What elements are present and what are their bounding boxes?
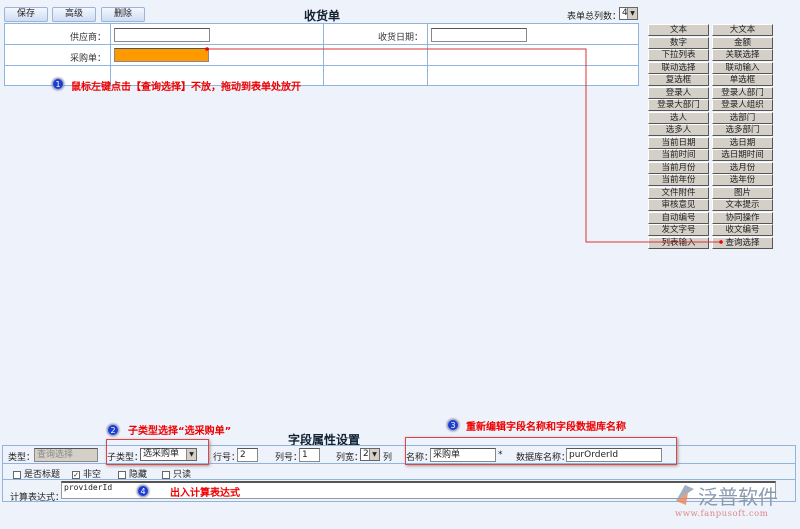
check-icon: ✓ xyxy=(72,470,80,479)
step-3-text: 重新编辑字段名称和字段数据库名称 xyxy=(466,422,626,433)
step-2-badge: 2 xyxy=(107,424,119,436)
logo-name: 泛普软件 xyxy=(698,485,778,509)
step-2-text: 子类型选择“选采购单” xyxy=(128,426,232,437)
step-4-badge: 4 xyxy=(137,485,149,497)
type-label: 类型： xyxy=(8,453,36,463)
step-3-badge: 3 xyxy=(447,419,459,431)
col-label: 列号： xyxy=(275,453,303,463)
row-label: 行号： xyxy=(213,453,241,463)
readonly-checkbox-label: 只读 xyxy=(173,470,192,480)
hidden-checkbox-label: 隐藏 xyxy=(129,470,148,480)
width-unit: 列 xyxy=(383,453,393,463)
readonly-checkbox[interactable]: 只读 xyxy=(162,467,191,480)
notnull-checkbox-label: 非空 xyxy=(83,470,102,480)
highlight-box-subtype xyxy=(106,439,209,465)
logo: 泛普软件 www.fanpusoft.com xyxy=(672,481,778,519)
width-value: 2 xyxy=(363,449,369,459)
chevron-down-icon: ▼ xyxy=(369,449,379,460)
title-checkbox[interactable]: 是否标题 xyxy=(13,467,60,480)
step-1-text: 鼠标左键点击【查询选择】不放，拖动到表单处放开 xyxy=(71,82,301,93)
expr-textarea[interactable]: providerId xyxy=(61,481,776,499)
type-input: 查询选择 xyxy=(34,448,98,462)
step-1-badge: 1 xyxy=(52,78,64,90)
step-4-text: 出入计算表达式 xyxy=(170,488,240,499)
width-label: 列宽： xyxy=(336,453,364,463)
hidden-checkbox[interactable]: 隐藏 xyxy=(118,467,147,480)
logo-url: www.fanpusoft.com xyxy=(675,509,769,519)
expr-label: 计算表达式： xyxy=(10,493,65,503)
title-checkbox-label: 是否标题 xyxy=(24,470,61,480)
highlight-box-name xyxy=(405,437,677,465)
col-input[interactable]: 1 xyxy=(299,448,320,462)
notnull-checkbox[interactable]: ✓ 非空 xyxy=(72,467,101,480)
width-select[interactable]: 2 ▼ xyxy=(360,448,380,461)
row-input[interactable]: 2 xyxy=(237,448,258,462)
fanpu-logo-icon xyxy=(676,485,694,505)
